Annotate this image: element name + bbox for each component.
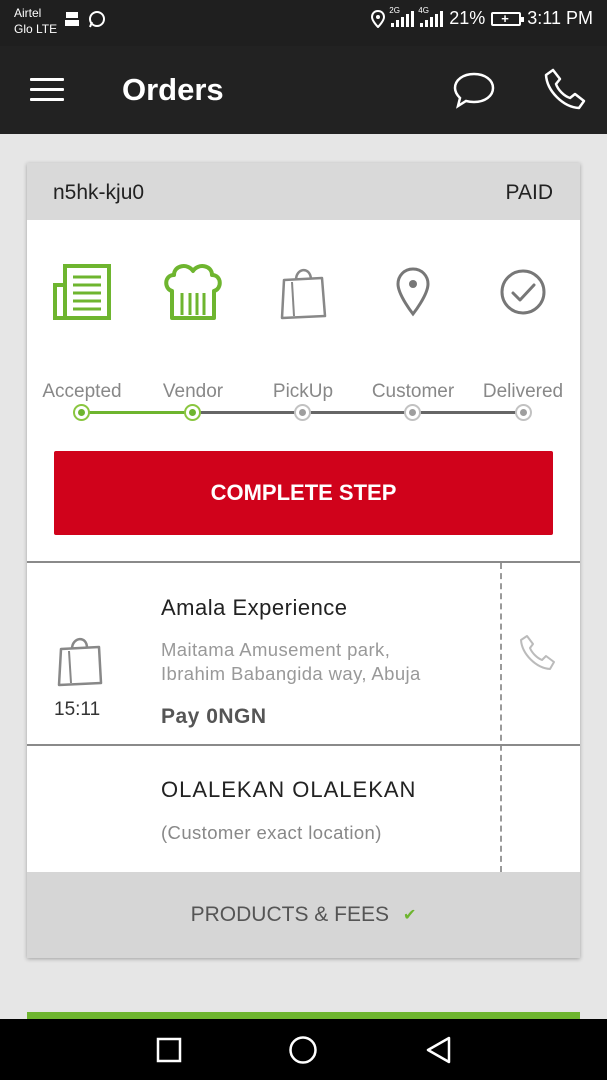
notification-icons [64, 10, 106, 28]
check-icon: ✔ [402, 907, 417, 924]
network-type-label: 2G [389, 5, 400, 15]
progress-steps: Accepted Vendor PickUp Customer Delivere… [27, 220, 580, 470]
step-dot-pickup [294, 404, 311, 421]
divider [27, 561, 580, 563]
page-title: Orders [122, 72, 224, 107]
shopping-bag-icon [57, 637, 103, 687]
order-header: n5hk-kju0 PAID [27, 163, 580, 220]
location-pin-icon [396, 267, 430, 317]
phone-icon[interactable] [543, 67, 587, 111]
step-pickup [248, 262, 358, 322]
step-dot-delivered [515, 404, 532, 421]
step-label-delivered: Delivered [482, 381, 564, 402]
status-right: 2G 4G 21% + 3:11 PM [371, 6, 593, 29]
progress-track-done [82, 411, 192, 414]
carrier-info: Airtel Glo LTE [14, 5, 57, 37]
step-label-customer: Customer [371, 381, 455, 402]
step-label-wrap-delivered: Delivered [468, 381, 578, 403]
step-vendor [138, 262, 248, 322]
pay-amount: Pay 0NGN [161, 705, 267, 728]
network-type-label-2: 4G [418, 5, 429, 15]
step-delivered [468, 262, 578, 322]
carrier-secondary: Glo LTE [14, 22, 58, 36]
customer-location: (Customer exact location) [161, 822, 382, 843]
check-circle-icon [500, 269, 546, 315]
stop-time: 15:11 [54, 699, 101, 720]
products-fees-button[interactable]: PRODUCTS & FEES ✔ [27, 872, 580, 958]
menu-icon[interactable] [30, 78, 64, 102]
signal-icon: 2G [389, 6, 415, 27]
shopping-bag-icon [280, 268, 327, 320]
vendor-address-line1: Maitama Amusement park, [161, 639, 391, 660]
call-vendor-icon[interactable] [518, 633, 558, 673]
step-dot-vendor [184, 404, 201, 421]
whatsapp-icon [89, 11, 105, 28]
payment-status: PAID [505, 181, 553, 204]
recent-apps-icon[interactable] [156, 1037, 182, 1063]
clock: 3:11 PM [527, 8, 593, 28]
vendor-name: Amala Experience [161, 595, 348, 620]
status-bar: Airtel Glo LTE 2G 4G 21% + 3:11 PM [0, 0, 607, 46]
step-customer [358, 262, 468, 322]
progress-track-pending [192, 411, 524, 414]
step-dot-customer [404, 404, 421, 421]
chef-hat-icon [164, 264, 222, 320]
order-id: n5hk-kju0 [53, 181, 145, 204]
carrier-primary: Airtel [14, 6, 42, 20]
step-dot-accepted [73, 404, 90, 421]
step-label-accepted: Accepted [42, 381, 122, 402]
system-nav-bar [0, 1019, 607, 1080]
vendor-address-line2: Ibrahim Babangida way, Abuja [161, 663, 421, 684]
order-card: n5hk-kju0 PAID Accepted Vendor PickUp Cu… [27, 163, 580, 958]
step-label-wrap-customer: Customer [358, 381, 468, 403]
battery-icon: + [491, 11, 525, 26]
step-accepted [27, 262, 137, 322]
battery-percent: 21% [449, 8, 486, 28]
step-label-wrap-pickup: PickUp [248, 381, 358, 403]
step-label-pickup: PickUp [272, 381, 334, 402]
app-bar: Orders [0, 46, 607, 134]
step-label-wrap-accepted: Accepted [27, 381, 137, 403]
back-icon[interactable] [424, 1035, 452, 1065]
divider [27, 744, 580, 746]
step-label-vendor: Vendor [162, 381, 224, 402]
step-label-wrap-vendor: Vendor [138, 381, 248, 403]
chat-icon[interactable] [452, 70, 496, 110]
receipt-icon [53, 264, 111, 320]
products-fees-label: PRODUCTS & FEES [190, 903, 389, 926]
home-icon[interactable] [288, 1035, 318, 1065]
vpn-icon [65, 12, 79, 26]
complete-step-button[interactable]: COMPLETE STEP [54, 451, 553, 535]
location-icon [371, 9, 386, 28]
customer-name: OLALEKAN OLALEKAN [161, 777, 417, 802]
dashed-separator [500, 563, 502, 872]
vendor-address: Maitama Amusement park, Ibrahim Babangid… [161, 638, 481, 686]
signal-icon-2: 4G [418, 6, 444, 27]
